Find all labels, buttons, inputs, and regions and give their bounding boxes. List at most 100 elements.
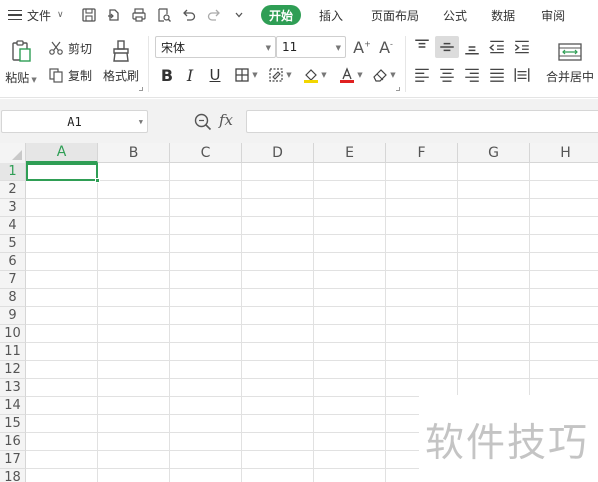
row-header-9[interactable]: 9	[0, 307, 26, 325]
align-bottom-icon	[465, 46, 479, 55]
row-header-6[interactable]: 6	[0, 253, 26, 271]
font-group-launcher[interactable]	[396, 87, 400, 91]
increase-indent-button[interactable]	[511, 36, 533, 58]
select-all-corner[interactable]	[0, 143, 26, 163]
row-header-11[interactable]: 11	[0, 343, 26, 361]
merge-center-label: 合并居中	[545, 69, 594, 84]
cell-style-button[interactable]: ▼	[265, 64, 295, 86]
underline-button[interactable]: U	[205, 64, 225, 86]
tab-review[interactable]: 审阅	[531, 4, 575, 26]
align-top-button[interactable]	[411, 36, 433, 58]
save-icon[interactable]	[76, 4, 101, 26]
justify-button[interactable]	[486, 64, 508, 86]
grid-line	[241, 163, 242, 482]
increase-font-size-button[interactable]: A+	[351, 36, 373, 58]
align-middle-icon	[440, 42, 454, 52]
decrease-font-size-button[interactable]: A-	[375, 36, 397, 58]
decrease-indent-button[interactable]	[486, 36, 508, 58]
borders-button[interactable]: ▼	[231, 64, 261, 86]
bold-button[interactable]: B	[157, 64, 177, 86]
row-header-7[interactable]: 7	[0, 271, 26, 289]
selected-cell-a1[interactable]	[26, 163, 100, 183]
menu-bar: 文件 ∨ 开始 插入 页面布局 公式 数据 审阅	[0, 0, 598, 30]
tab-data[interactable]: 数据	[481, 4, 525, 26]
tab-formulas[interactable]: 公式	[433, 4, 477, 26]
zoom-icon[interactable]	[193, 112, 213, 132]
row-header-18[interactable]: 18	[0, 469, 26, 482]
align-center-icon	[440, 68, 454, 82]
paste-button[interactable]: 粘贴 ▼	[2, 34, 40, 90]
divider	[405, 36, 406, 92]
formula-input[interactable]	[246, 110, 598, 133]
fill-color-button[interactable]: ▼	[300, 64, 330, 86]
print-icon[interactable]	[126, 4, 151, 26]
paste-icon	[12, 39, 31, 62]
distributed-button[interactable]	[511, 64, 533, 86]
grid-line	[26, 378, 598, 379]
merge-center-button[interactable]: 合并居中	[542, 38, 598, 88]
column-header-e[interactable]: E	[314, 143, 386, 163]
cut-button[interactable]: 剪切	[48, 38, 92, 58]
select-all-icon	[12, 150, 22, 160]
align-center-button[interactable]	[435, 64, 459, 86]
font-color-button[interactable]: ▼	[336, 64, 366, 86]
format-painter-button[interactable]: 格式刷	[100, 36, 142, 86]
fill-handle[interactable]	[95, 178, 100, 183]
tab-home[interactable]: 开始	[261, 5, 302, 25]
scissors-icon	[49, 41, 63, 55]
row-header-1[interactable]: 1	[0, 163, 26, 181]
row-header-16[interactable]: 16	[0, 433, 26, 451]
align-left-icon	[415, 68, 429, 82]
formula-bar: A1 ▼ fx	[0, 99, 598, 143]
align-bottom-button[interactable]	[461, 36, 483, 58]
row-header-12[interactable]: 12	[0, 361, 26, 379]
clipboard-group-launcher[interactable]	[139, 87, 143, 91]
copy-button[interactable]: 复制	[48, 65, 92, 85]
grid-line	[385, 163, 386, 482]
column-header-a[interactable]: A	[26, 143, 98, 163]
chevron-down-icon: ▼	[265, 44, 271, 52]
customize-toolbar-icon[interactable]	[226, 4, 251, 26]
borders-icon	[235, 68, 249, 82]
grid-line	[26, 342, 598, 343]
font-name-select[interactable]: 宋体 ▼	[155, 36, 276, 58]
row-header-15[interactable]: 15	[0, 415, 26, 433]
name-box[interactable]: A1 ▼	[1, 110, 148, 133]
cell-style-dropdown-icon: ▼	[286, 71, 292, 79]
italic-icon: I	[186, 65, 194, 85]
bold-icon: B	[160, 65, 174, 85]
clear-button[interactable]: ▼	[369, 64, 399, 86]
row-header-4[interactable]: 4	[0, 217, 26, 235]
file-menu-button[interactable]: 文件 ∨	[0, 0, 76, 30]
copy-icon	[49, 68, 63, 83]
export-icon[interactable]	[101, 4, 126, 26]
row-header-13[interactable]: 13	[0, 379, 26, 397]
undo-icon[interactable]	[176, 4, 201, 26]
print-preview-icon[interactable]	[151, 4, 176, 26]
grid-line	[26, 324, 598, 325]
align-left-button[interactable]	[411, 64, 433, 86]
column-header-f[interactable]: F	[386, 143, 458, 163]
insert-function-button[interactable]: fx	[219, 111, 233, 129]
redo-icon[interactable]	[201, 4, 226, 26]
row-header-3[interactable]: 3	[0, 199, 26, 217]
font-color-dropdown-icon: ▼	[357, 71, 363, 79]
column-header-h[interactable]: H	[530, 143, 598, 163]
row-header-10[interactable]: 10	[0, 325, 26, 343]
row-header-17[interactable]: 17	[0, 451, 26, 469]
align-right-button[interactable]	[461, 64, 483, 86]
align-middle-button[interactable]	[435, 36, 459, 58]
column-header-c[interactable]: C	[170, 143, 242, 163]
row-header-2[interactable]: 2	[0, 181, 26, 199]
tab-page-layout[interactable]: 页面布局	[361, 4, 429, 26]
font-size-select[interactable]: 11 ▼	[276, 36, 346, 58]
row-header-8[interactable]: 8	[0, 289, 26, 307]
column-header-b[interactable]: B	[98, 143, 170, 163]
column-header-g[interactable]: G	[458, 143, 530, 163]
tab-insert[interactable]: 插入	[309, 4, 353, 26]
row-header-5[interactable]: 5	[0, 235, 26, 253]
column-header-d[interactable]: D	[242, 143, 314, 163]
italic-button[interactable]: I	[180, 64, 200, 86]
row-header-14[interactable]: 14	[0, 397, 26, 415]
file-menu-label: 文件	[27, 8, 52, 23]
